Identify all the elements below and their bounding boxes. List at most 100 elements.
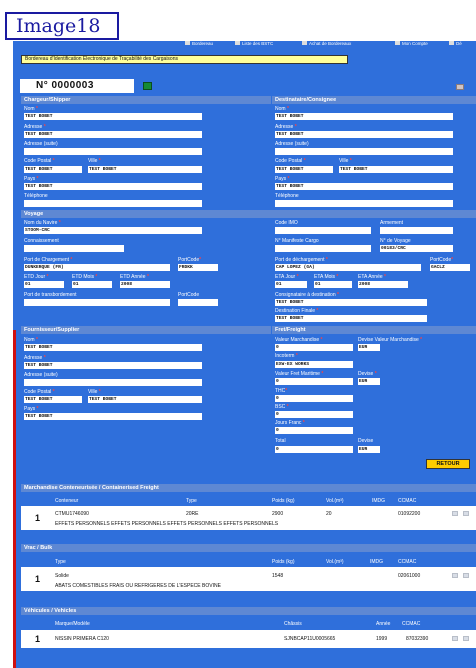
veh-col-chassis: Châssis [284,621,302,627]
portcode1-field[interactable]: FRDKK [178,264,218,271]
cont-edit-icon[interactable] [452,511,458,516]
portcode1-label: PortCode* [178,257,202,263]
veh-col-marque: Marque/Modèle [55,621,90,627]
consignee-ville-field[interactable]: TEST BOBET [339,166,453,173]
transbordement-field[interactable] [24,299,170,306]
etd-mois-field[interactable]: 01 [72,281,112,288]
vehicles-title: Véhicules / Vehicles [21,607,476,615]
shipper-nom-field[interactable]: TEST BOBET [24,113,202,120]
devise-fret-select[interactable]: EUR [358,378,380,385]
eta-annee-field[interactable]: 2008 [358,281,408,288]
bulk-col-vol: Vol.(m³) [326,559,344,565]
menu-item-bordereau[interactable]: Bordereau [185,41,213,46]
eta-jour-field[interactable]: 01 [275,281,307,288]
port-chargement-field[interactable]: DUNKERQUE (FR) [24,264,170,271]
destination-finale-field[interactable]: TEST BOBET [275,315,427,322]
consignee-cp-field[interactable]: TEST BOBET [275,166,333,173]
code-imo-field[interactable] [275,227,371,234]
supplier-pays-field[interactable]: TEST BOBET [24,413,202,420]
connaissement-field[interactable] [24,245,124,252]
supplier-adresse-field[interactable]: TEST BOBET [24,362,202,369]
menu-item-compte[interactable]: Mon Compte [395,41,428,46]
manifeste-field[interactable] [275,245,371,252]
total-label: Total [275,438,286,444]
cont-cell-vol: 20 [326,511,332,517]
devise-fret-label: Devise * [358,371,377,377]
bulk-col-ccmac: CCMAC [398,559,417,565]
shipper-adresse-suite-field[interactable] [24,148,202,155]
bulk-desc: ABATS COMESTIBLES FRAIS OU REFRIGERES DE… [55,583,221,589]
jours-franc-field[interactable]: 0 [275,427,353,434]
supplier-ville-field[interactable]: TEST BOBET [88,396,202,403]
menu-item-de[interactable]: Dé [449,41,462,46]
devise-total-label: Devise [358,438,374,444]
consignee-pays-field[interactable]: TEST BOBET [275,183,453,190]
voyage-title: Voyage [21,210,476,218]
bulk-delete-icon[interactable] [463,573,469,578]
cont-cell-conteneur: CTMU1746090 [55,511,89,517]
bulk-cell-poids: 1548 [272,573,284,579]
portcode3-field[interactable] [178,299,218,306]
navire-label: Nom du Navire * [24,220,61,226]
consignataire-field[interactable]: TEST BOBET [275,299,427,306]
no-voyage-label: N° de Voyage [380,238,411,244]
shipper-pays-label: Pays * [24,176,39,182]
bsc-field[interactable]: 0 [275,411,353,418]
shipper-title: Chargeur/Shipper [21,96,271,104]
thc-field[interactable]: 0 [275,395,353,402]
menu-item-achat[interactable]: Achat de Bordereaux [302,41,351,46]
consignee-nom-field[interactable]: TEST BOBET [275,113,453,120]
code-imo-label: Code IMO [275,220,298,226]
veh-edit-icon[interactable] [452,636,458,641]
shipper-ville-field[interactable]: TEST BOBET [88,166,202,173]
supplier-adresse-suite-field[interactable] [24,379,202,386]
cont-cell-poids: 2900 [272,511,284,517]
no-voyage-field[interactable]: 00183/CRC [380,245,453,252]
etd-jour-field[interactable]: 01 [24,281,64,288]
shipper-cp-label: Code Postal * [24,158,55,164]
valeur-field[interactable]: 0 [275,344,353,351]
etd-annee-field[interactable]: 2008 [120,281,170,288]
valeur-fret-field[interactable]: 0 [275,378,353,385]
incoterm-select[interactable]: EXW-EX WORKS [275,361,353,368]
menu-item-liste[interactable]: Liste des BSTC [235,41,273,46]
top-menu: Bordereau Liste des BSTC Achat de Border… [13,41,476,48]
bulk-col-poids: Poids (kg) [272,559,295,565]
manifeste-label: N° Manifeste Cargo [275,238,319,244]
transbordement-label: Port de transbordement [24,292,77,298]
consignee-pays-label: Pays * [275,176,290,182]
eta-mois-field[interactable]: 01 [314,281,352,288]
navire-field[interactable]: STOOM-CRC [24,227,202,234]
supplier-nom-field[interactable]: TEST BOBET [24,344,202,351]
supplier-title: Fournisseur/Supplier [21,326,271,334]
supplier-cp-field[interactable]: TEST BOBET [24,396,82,403]
portcode2-label: PortCode* [430,257,454,263]
shipper-adresse-field[interactable]: TEST BOBET [24,131,202,138]
eta-mois-label: ETA Mois * [314,274,339,280]
retour-button[interactable]: RETOUR [426,459,470,469]
consignee-adresse-suite-field[interactable] [275,148,453,155]
port-dechargement-field[interactable]: CAP LOPEZ (GA) [275,264,421,271]
consignee-adresse-field[interactable]: TEST BOBET [275,131,453,138]
shipper-pays-field[interactable]: TEST BOBET [24,183,202,190]
shipper-cp-field[interactable]: TEST BOBET [24,166,82,173]
bulk-edit-icon[interactable] [452,573,458,578]
supplier-adresse-label: Adresse * [24,355,46,361]
shipper-tel-field[interactable] [24,200,202,207]
consignee-title: Destinataire/Consignee [272,96,476,104]
bsc-label: BSC * [275,404,289,410]
veh-delete-icon[interactable] [463,636,469,641]
veh-cell-annee: 1999 [376,636,388,642]
incoterm-label: Incoterm * [275,353,298,359]
eta-annee-label: ETA Année * [358,274,386,280]
portcode2-field[interactable]: GACLZ [430,264,470,271]
devise-valeur-select[interactable]: EUR [358,344,380,351]
consignee-tel-label: Téléphone [275,193,299,199]
cont-delete-icon[interactable] [463,511,469,516]
veh-col-annee: Année [376,621,391,627]
cont-col-type: Type [186,498,197,504]
armement-field[interactable] [380,227,453,234]
print-icon[interactable] [456,84,464,90]
consignee-tel-field[interactable] [275,200,453,207]
supplier-ville-label: Ville * [88,389,101,395]
